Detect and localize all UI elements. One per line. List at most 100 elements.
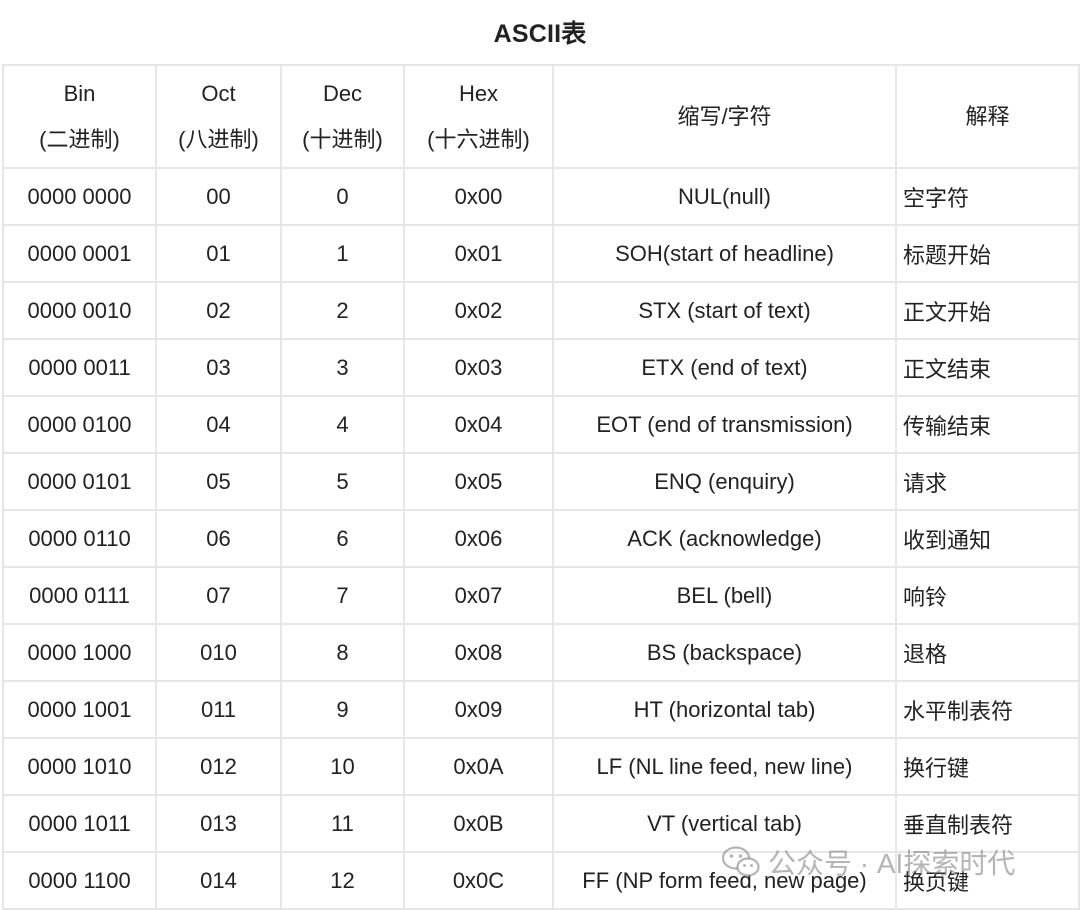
- cell-hex: 0x0A: [403, 737, 554, 796]
- cell-hex: 0x09: [403, 680, 554, 739]
- cell-oct: 014: [155, 851, 282, 910]
- cell-oct: 07: [155, 566, 282, 625]
- cell-dec: 9: [280, 680, 405, 739]
- cell-oct: 06: [155, 509, 282, 568]
- header-dec-sublabel: (十进制): [302, 126, 383, 152]
- cell-oct: 01: [155, 224, 282, 283]
- cell-abbr: ACK (acknowledge): [552, 509, 897, 568]
- table-row: 0000 1000 010 8 0x08 BS (backspace) 退格: [2, 623, 1080, 682]
- cell-abbr: SOH(start of headline): [552, 224, 897, 283]
- cell-hex: 0x0C: [403, 851, 554, 910]
- cell-desc: 换行键: [895, 737, 1080, 796]
- cell-hex: 0x02: [403, 281, 554, 340]
- cell-oct: 012: [155, 737, 282, 796]
- cell-bin: 0000 0001: [2, 224, 157, 283]
- cell-hex: 0x00: [403, 167, 554, 226]
- cell-bin: 0000 0110: [2, 509, 157, 568]
- table-row: 0000 0010 02 2 0x02 STX (start of text) 正文开始: [2, 281, 1080, 340]
- cell-abbr: ENQ (enquiry): [552, 452, 897, 511]
- cell-oct: 04: [155, 395, 282, 454]
- cell-desc: 标题开始: [895, 224, 1080, 283]
- cell-dec: 3: [280, 338, 405, 397]
- cell-oct: 02: [155, 281, 282, 340]
- cell-bin: 0000 0010: [2, 281, 157, 340]
- cell-hex: 0x04: [403, 395, 554, 454]
- cell-dec: 1: [280, 224, 405, 283]
- table-row: 0000 0101 05 5 0x05 ENQ (enquiry) 请求: [2, 452, 1080, 511]
- table-row: 0000 1001 011 9 0x09 HT (horizontal tab) 水平制表…: [2, 680, 1080, 739]
- cell-oct: 013: [155, 794, 282, 853]
- cell-abbr: VT (vertical tab): [552, 794, 897, 853]
- cell-bin: 0000 1100: [2, 851, 157, 910]
- header-oct: Oct (八进制): [155, 64, 282, 169]
- cell-dec: 4: [280, 395, 405, 454]
- header-oct-sublabel: (八进制): [178, 126, 259, 152]
- cell-abbr: FF (NP form feed, new page): [552, 851, 897, 910]
- cell-bin: 0000 0111: [2, 566, 157, 625]
- cell-desc: 传输结束: [895, 395, 1080, 454]
- cell-desc: 换页键: [895, 851, 1080, 910]
- cell-dec: 12: [280, 851, 405, 910]
- cell-dec: 5: [280, 452, 405, 511]
- header-hex-label: Hex: [458, 80, 499, 106]
- table-header-row: Bin (二进制) Oct (八进制) Dec (十进制) Hex (十六进制)…: [2, 64, 1080, 169]
- table-body: 0000 0000 00 0 0x00 NUL(null) 空字符 0000 0001 01 1…: [2, 167, 1080, 910]
- table-row: 0000 1011 013 11 0x0B VT (vertical tab) 垂直制表符: [2, 794, 1080, 853]
- header-bin-label: Bin: [63, 80, 96, 106]
- cell-desc: 空字符: [895, 167, 1080, 226]
- header-abbr-label: 缩写/字符: [677, 103, 772, 129]
- cell-bin: 0000 1011: [2, 794, 157, 853]
- page-title: ASCII表: [493, 20, 587, 48]
- header-bin-sublabel: (二进制): [39, 126, 120, 152]
- cell-desc: 请求: [895, 452, 1080, 511]
- header-bin: Bin (二进制): [2, 64, 157, 169]
- header-abbr: 缩写/字符: [552, 64, 897, 169]
- table-row: 0000 1100 014 12 0x0C FF (NP form feed, new …: [2, 851, 1080, 910]
- cell-dec: 7: [280, 566, 405, 625]
- cell-bin: 0000 1001: [2, 680, 157, 739]
- cell-dec: 2: [280, 281, 405, 340]
- cell-bin: 0000 0011: [2, 338, 157, 397]
- cell-dec: 0: [280, 167, 405, 226]
- cell-abbr: LF (NL line feed, new line): [552, 737, 897, 796]
- cell-desc: 收到通知: [895, 509, 1080, 568]
- cell-desc: 正文开始: [895, 281, 1080, 340]
- ascii-table: Bin (二进制) Oct (八进制) Dec (十进制) Hex (十六进制)…: [2, 64, 1080, 910]
- cell-hex: 0x03: [403, 338, 554, 397]
- cell-bin: 0000 1010: [2, 737, 157, 796]
- cell-abbr: BS (backspace): [552, 623, 897, 682]
- cell-bin: 0000 0100: [2, 395, 157, 454]
- cell-abbr: EOT (end of transmission): [552, 395, 897, 454]
- cell-hex: 0x08: [403, 623, 554, 682]
- cell-dec: 8: [280, 623, 405, 682]
- header-dec: Dec (十进制): [280, 64, 405, 169]
- header-dec-label: Dec: [322, 80, 363, 106]
- cell-bin: 0000 0000: [2, 167, 157, 226]
- header-hex: Hex (十六进制): [403, 64, 554, 169]
- table-row: 0000 0110 06 6 0x06 ACK (acknowledge) 收到通知: [2, 509, 1080, 568]
- cell-oct: 010: [155, 623, 282, 682]
- cell-hex: 0x01: [403, 224, 554, 283]
- cell-hex: 0x05: [403, 452, 554, 511]
- table-row: 0000 0001 01 1 0x01 SOH(start of headline) 标题…: [2, 224, 1080, 283]
- cell-bin: 0000 1000: [2, 623, 157, 682]
- cell-hex: 0x07: [403, 566, 554, 625]
- cell-dec: 10: [280, 737, 405, 796]
- table-row: 0000 0100 04 4 0x04 EOT (end of transmission…: [2, 395, 1080, 454]
- table-row: 0000 0111 07 7 0x07 BEL (bell) 响铃: [2, 566, 1080, 625]
- cell-dec: 11: [280, 794, 405, 853]
- table-row: 0000 1010 012 10 0x0A LF (NL line feed, new …: [2, 737, 1080, 796]
- cell-hex: 0x0B: [403, 794, 554, 853]
- cell-abbr: ETX (end of text): [552, 338, 897, 397]
- cell-oct: 011: [155, 680, 282, 739]
- cell-dec: 6: [280, 509, 405, 568]
- header-desc: 解释: [895, 64, 1080, 169]
- table-row: 0000 0011 03 3 0x03 ETX (end of text) 正文结束: [2, 338, 1080, 397]
- header-hex-sublabel: (十六进制): [427, 126, 530, 152]
- header-desc-label: 解释: [965, 103, 1010, 129]
- cell-desc: 水平制表符: [895, 680, 1080, 739]
- cell-bin: 0000 0101: [2, 452, 157, 511]
- cell-desc: 响铃: [895, 566, 1080, 625]
- cell-abbr: BEL (bell): [552, 566, 897, 625]
- cell-abbr: HT (horizontal tab): [552, 680, 897, 739]
